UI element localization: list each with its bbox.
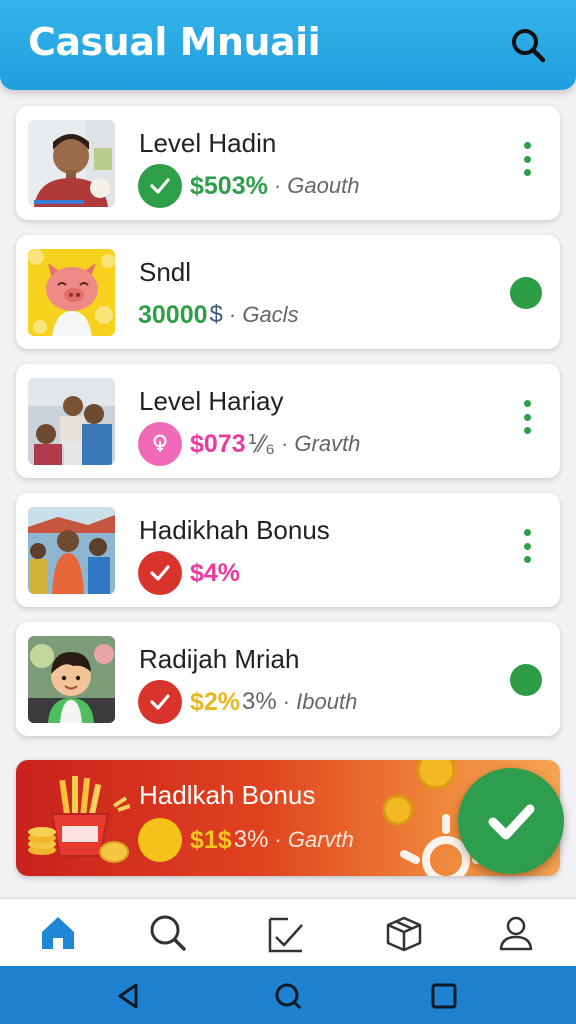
card-subtitle: $503% · Gaouth — [138, 164, 359, 208]
person-icon — [499, 916, 533, 951]
check-icon — [488, 804, 535, 840]
back-icon — [118, 983, 138, 1009]
card-subtitle: $2% 3% · Ibouth — [138, 680, 357, 724]
app-title: Casual Mnuaii — [28, 20, 321, 64]
list-item[interactable]: Sndl 30000 $ · Gacls — [16, 235, 560, 349]
card-title: Hadikhah Bonus — [139, 515, 330, 545]
list-item[interactable]: Level Hadin $503% · Gaouth — [16, 106, 560, 220]
card-subtitle: $4% — [138, 551, 240, 595]
nav-search[interactable] — [146, 911, 190, 955]
home-icon — [42, 917, 74, 949]
list-item[interactable]: Level Hariay $073 ⅟⁄₆ · Gravth — [16, 364, 560, 478]
nav-tasks[interactable] — [264, 911, 308, 955]
nav-packages[interactable] — [382, 911, 426, 955]
banner-title: Hadlkah Bonus — [139, 780, 316, 810]
system-recents-button[interactable] — [429, 981, 459, 1011]
confirm-fab[interactable] — [458, 768, 564, 874]
home-circle-icon — [275, 983, 302, 1010]
box-icon — [386, 916, 422, 952]
group-photo — [28, 378, 115, 465]
card-title: Level Hariay — [139, 386, 284, 416]
nav-home[interactable] — [36, 911, 80, 955]
meta-label: · Ibouth — [282, 689, 358, 714]
amount-suffix: 3% — [242, 688, 277, 715]
list-item[interactable]: Hadikhah Bonus $4% — [16, 493, 560, 607]
amount: $1$ — [190, 825, 232, 854]
avatar — [28, 249, 115, 336]
system-back-button[interactable] — [114, 981, 144, 1011]
card-title: Sndl — [139, 257, 192, 287]
check-icon — [150, 694, 170, 710]
meta-label: · Garvth — [274, 827, 354, 852]
status-dot — [510, 277, 542, 309]
status-badge — [138, 680, 182, 724]
system-home-button[interactable] — [273, 981, 303, 1011]
checklist-icon — [268, 917, 303, 953]
status-badge — [138, 164, 182, 208]
amount-currency: $ — [209, 301, 223, 328]
check-icon — [150, 565, 170, 581]
banner-subtitle: $1$ 3% · Garvth — [138, 818, 354, 862]
amount: 30000 — [138, 300, 208, 329]
more-options-button[interactable] — [522, 400, 532, 434]
system-nav-bar — [0, 966, 576, 1024]
status-dot — [510, 664, 542, 696]
amount-suffix: ⅟⁄₆ — [247, 430, 275, 458]
fries-coins-illustration — [28, 776, 130, 863]
status-badge — [138, 422, 182, 466]
meta-label: · Gravth — [280, 431, 361, 456]
amount: $4% — [190, 558, 241, 587]
bottom-nav — [0, 898, 576, 966]
recents-icon — [431, 983, 457, 1009]
status-badge — [138, 551, 182, 595]
avatar — [28, 636, 115, 723]
card-subtitle: 30000 $ · Gacls — [138, 293, 299, 337]
nav-profile[interactable] — [494, 911, 538, 955]
check-icon — [150, 178, 170, 194]
card-subtitle: $073 ⅟⁄₆ · Gravth — [138, 422, 360, 466]
amount-suffix: 3% — [233, 826, 269, 853]
lightbulb-icon — [153, 434, 167, 452]
more-options-button[interactable] — [522, 529, 532, 563]
search-icon — [512, 29, 546, 63]
meta-label: · Gaouth — [273, 173, 360, 198]
card-title: Radijah Mriah — [139, 644, 300, 674]
amount: $073 — [190, 429, 246, 458]
coin-badge — [138, 818, 182, 862]
group-photo — [28, 507, 115, 594]
more-options-button[interactable] — [522, 142, 532, 176]
meta-label: · Gacls — [228, 302, 299, 327]
amount: $503% — [190, 171, 268, 200]
app-bar: Casual Mnuaii — [0, 0, 576, 90]
amount: $2% — [190, 687, 241, 716]
avatar — [28, 120, 115, 207]
search-icon — [150, 915, 186, 951]
card-title: Level Hadin — [139, 128, 277, 158]
list-item[interactable]: Radijah Mriah $2% 3% · Ibouth — [16, 622, 560, 736]
search-button[interactable] — [508, 25, 548, 65]
